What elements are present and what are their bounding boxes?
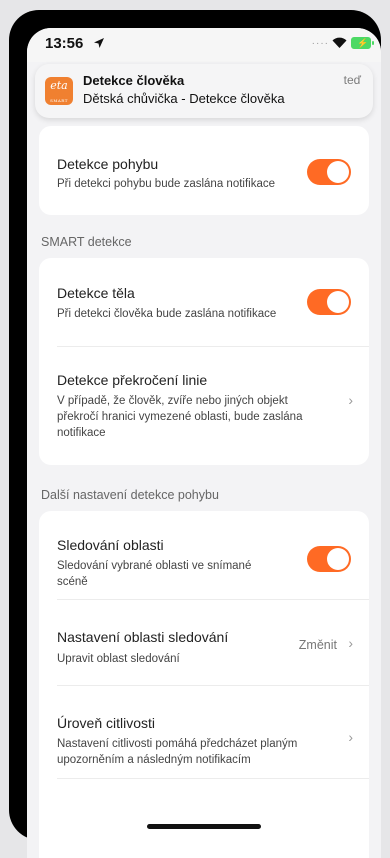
- body-detection-subtitle: Při detekci člověka bude zaslána notifik…: [57, 308, 277, 320]
- area-tracking-row: Sledování oblasti Sledování vybrané obla…: [39, 511, 369, 599]
- area-tracking-toggle[interactable]: [307, 546, 351, 572]
- more-section-label: Další nastavení detekce pohybu: [41, 488, 219, 502]
- app-icon-logo: eta: [50, 79, 68, 92]
- area-settings-title: Nastavení oblasti sledování: [57, 629, 229, 645]
- notification-time: teď: [343, 73, 361, 87]
- motion-detection-card: Detekce pohybu Při detekci pohybu bude z…: [39, 126, 369, 215]
- location-arrow-icon: [94, 38, 104, 48]
- chevron-right-icon: ›: [348, 729, 353, 745]
- smart-detection-card: Detekce těla Při detekci člověka bude za…: [39, 258, 369, 465]
- battery-icon: ⚡: [351, 37, 374, 49]
- chevron-right-icon: ›: [348, 392, 353, 408]
- phone-frame: 13:56 ···· ⚡ eta SMART Detekce člověka D…: [9, 10, 381, 858]
- area-tracking-title: Sledování oblasti: [57, 537, 164, 553]
- body-detection-row: Detekce těla Při detekci člověka bude za…: [39, 258, 369, 346]
- wifi-icon: [332, 37, 347, 48]
- motion-detection-row: Detekce pohybu Při detekci pohybu bude z…: [39, 126, 369, 215]
- notification-body: Dětská chůvička - Detekce člověka: [83, 91, 285, 106]
- body-detection-toggle[interactable]: [307, 289, 351, 315]
- change-button[interactable]: Změnit: [299, 638, 337, 652]
- eta-app-icon: eta SMART: [45, 77, 73, 105]
- notification-title: Detekce člověka: [83, 73, 185, 88]
- body-detection-title: Detekce těla: [57, 285, 135, 301]
- sensitivity-row[interactable]: Úroveň citlivosti Nastavení citlivosti p…: [39, 686, 369, 778]
- motion-detection-toggle[interactable]: [307, 159, 351, 185]
- area-tracking-subtitle: Sledování vybrané oblasti ve snímané scé…: [57, 560, 252, 588]
- motion-detection-title: Detekce pohybu: [57, 156, 159, 172]
- sensitivity-subtitle: Nastavení citlivosti pomáhá předcházet p…: [57, 738, 298, 766]
- more-settings-card: Sledování oblasti Sledování vybrané obla…: [39, 511, 369, 858]
- area-settings-subtitle: Upravit oblast sledování: [57, 653, 180, 665]
- line-crossing-row[interactable]: Detekce překročení linie V případě, že č…: [39, 347, 369, 465]
- status-time: 13:56: [45, 35, 84, 52]
- line-crossing-subtitle: V případě, že člověk, zvíře nebo jiných …: [57, 395, 303, 439]
- divider: [57, 778, 369, 779]
- screen: 13:56 ···· ⚡ eta SMART Detekce člověka D…: [27, 28, 381, 858]
- area-settings-row[interactable]: Nastavení oblasti sledování Upravit obla…: [39, 600, 369, 685]
- sensitivity-title: Úroveň citlivosti: [57, 715, 156, 731]
- chevron-right-icon: ›: [348, 635, 353, 651]
- app-icon-sub: SMART: [50, 98, 68, 103]
- motion-detection-subtitle: Při detekci pohybu bude zaslána notifika…: [57, 178, 276, 190]
- home-indicator[interactable]: [147, 824, 261, 829]
- notification-banner[interactable]: eta SMART Detekce člověka Dětská chůvičk…: [35, 64, 373, 118]
- signal-dots-icon: ····: [311, 38, 329, 49]
- smart-section-label: SMART detekce: [41, 235, 132, 249]
- status-bar: 13:56 ···· ⚡: [27, 28, 381, 62]
- line-crossing-title: Detekce překročení linie: [57, 372, 208, 388]
